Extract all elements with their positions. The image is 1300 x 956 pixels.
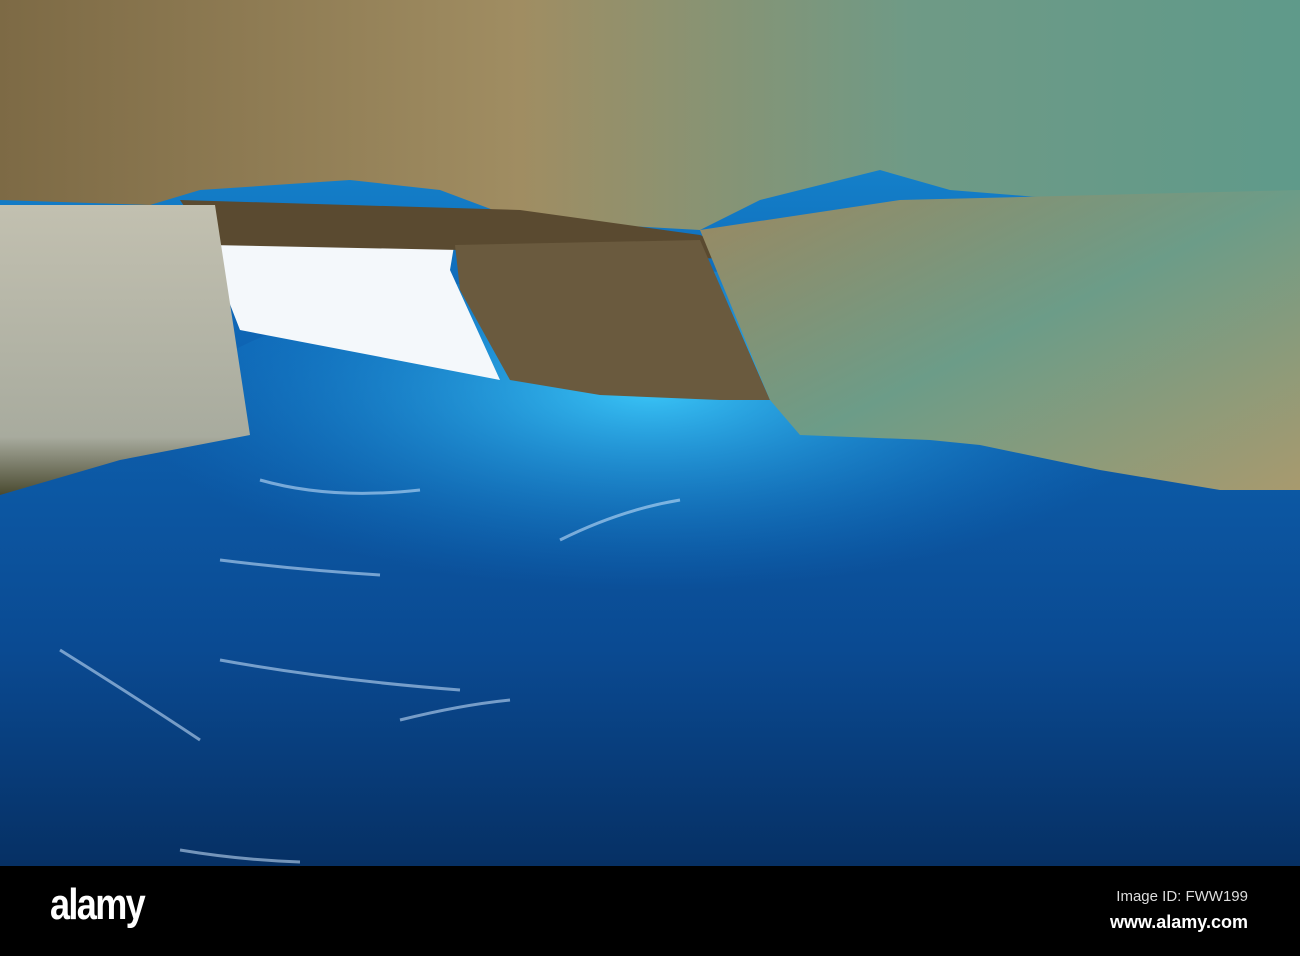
site-url: www.alamy.com bbox=[1109, 912, 1248, 932]
alamy-logo: alamy bbox=[50, 880, 146, 929]
stock-photo: alamy Image ID: FWW199 www.alamy.com bbox=[0, 0, 1300, 956]
sea-cave-photo bbox=[0, 0, 1300, 866]
watermark-bar: alamy Image ID: FWW199 www.alamy.com bbox=[0, 866, 1300, 956]
image-id: Image ID: FWW199 bbox=[1116, 888, 1248, 905]
